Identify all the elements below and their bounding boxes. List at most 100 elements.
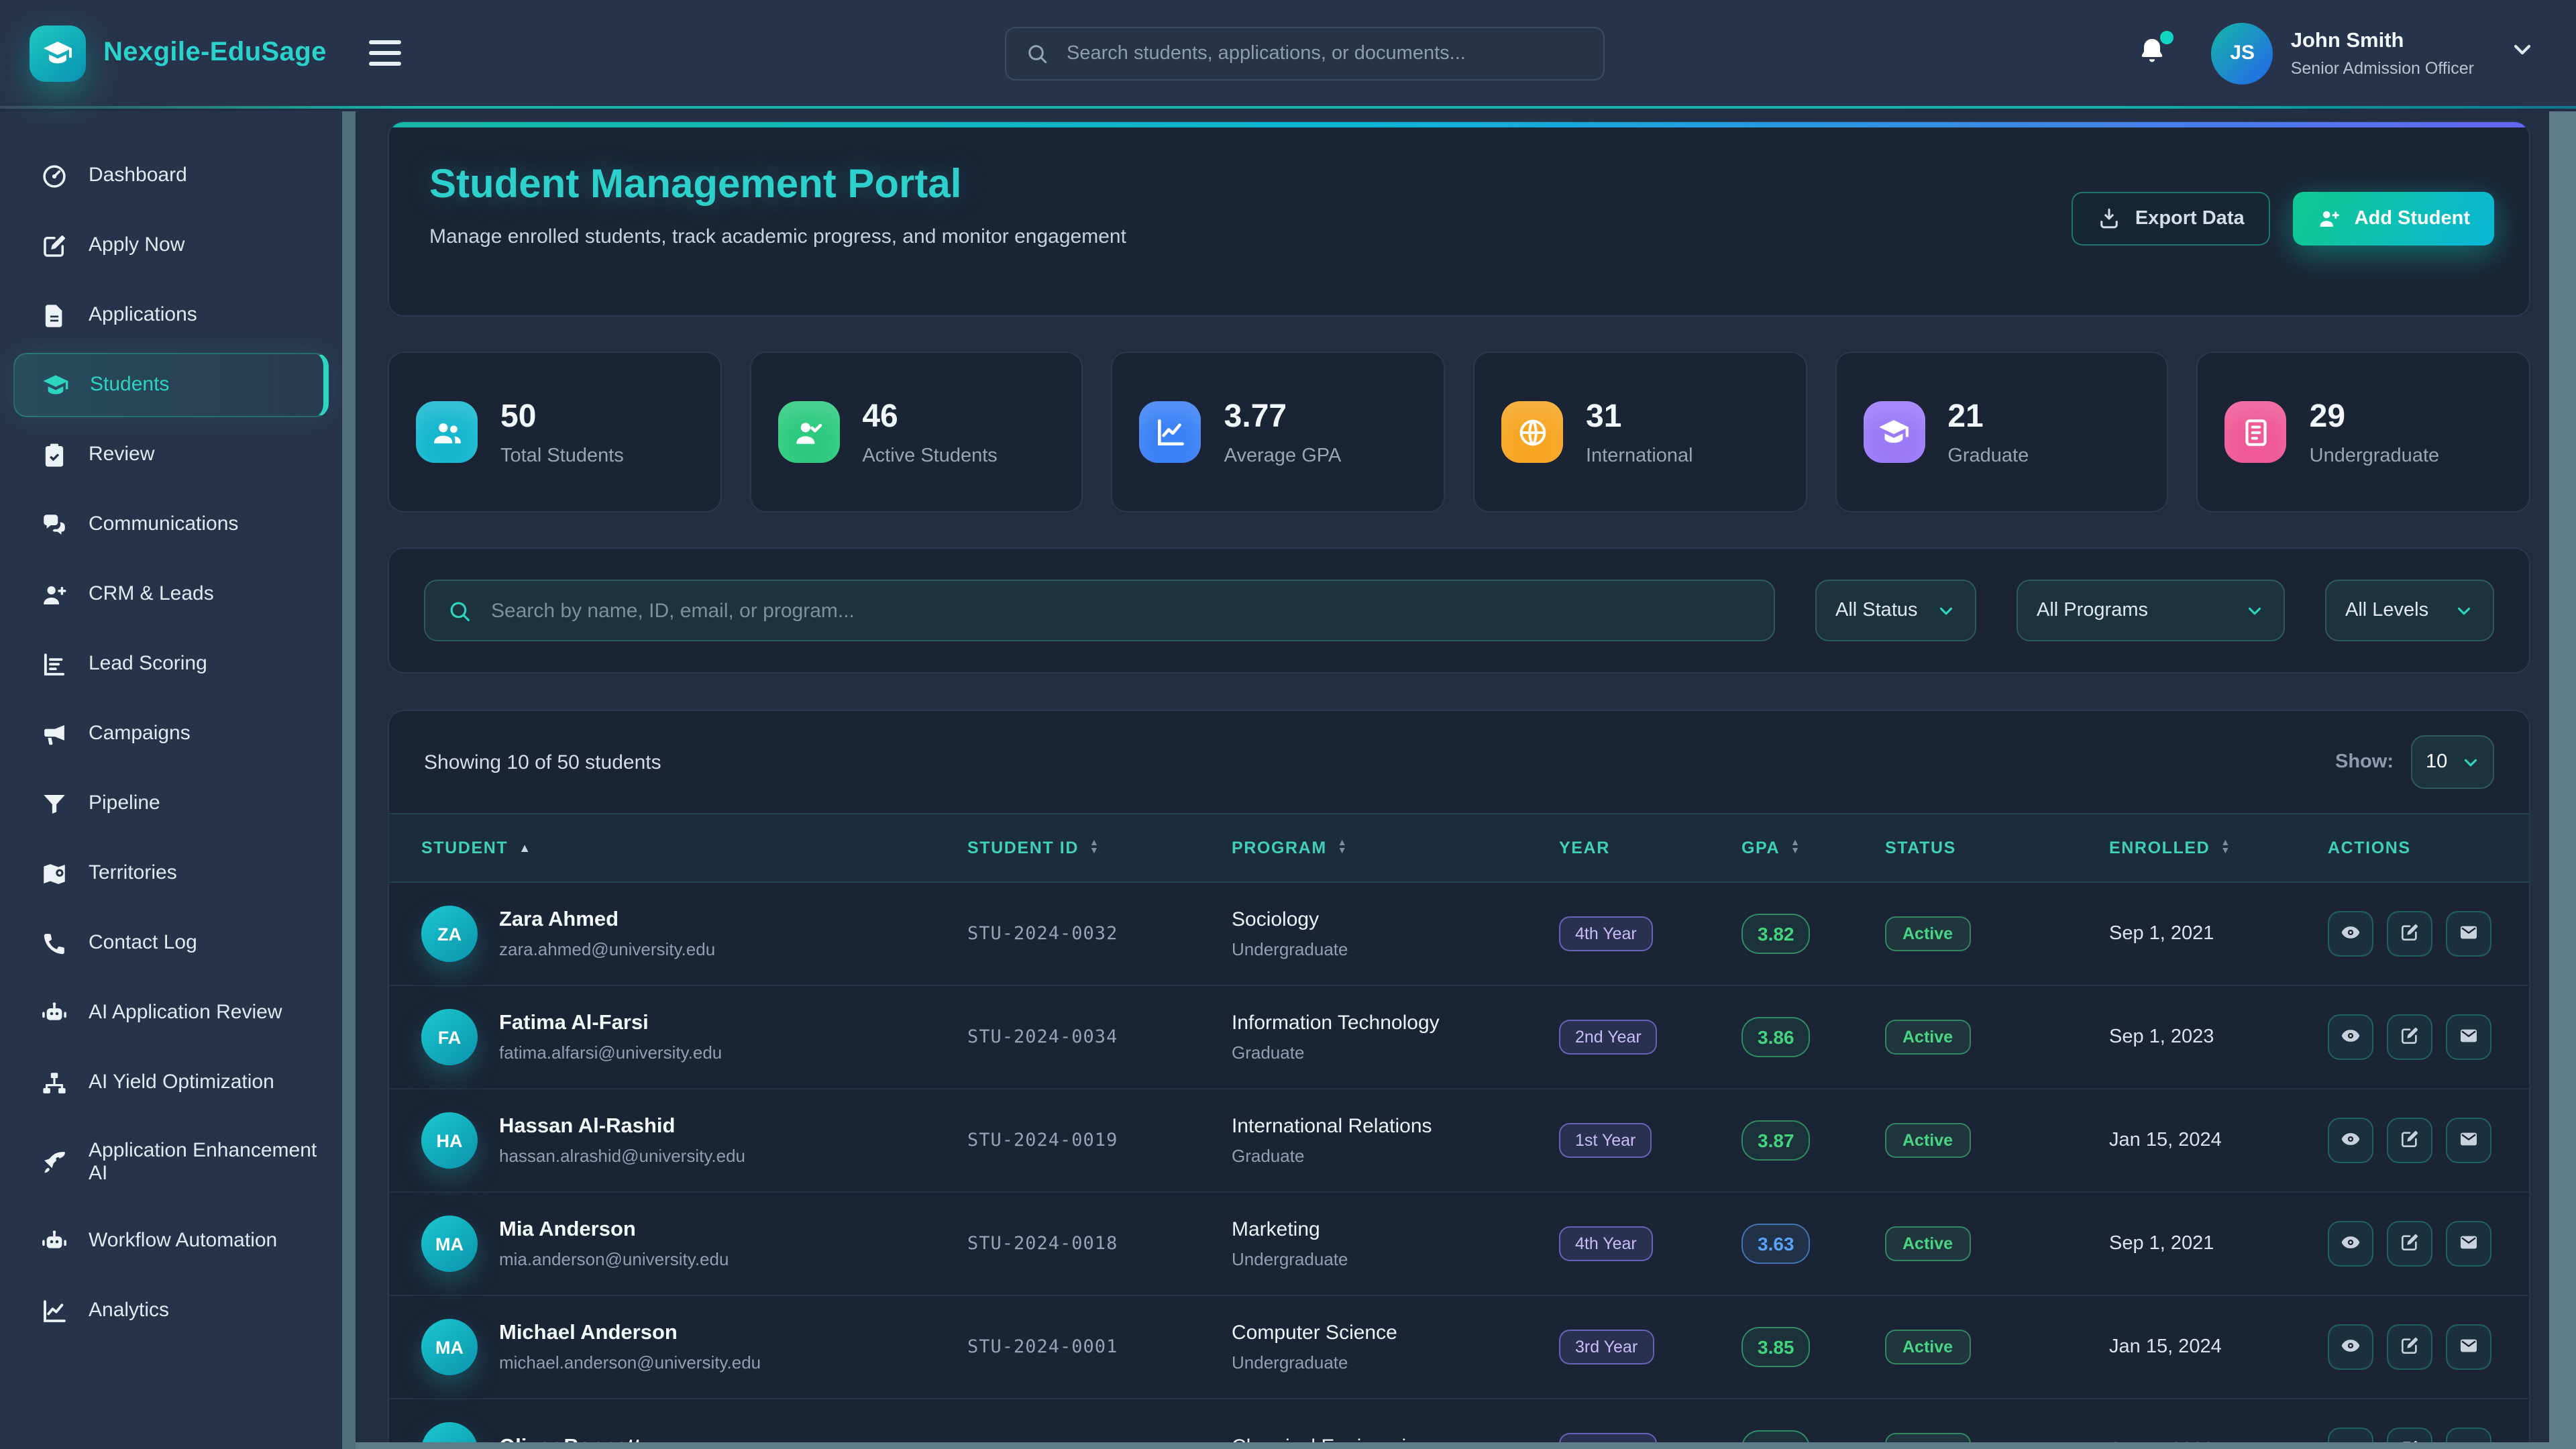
edit-student-button[interactable] (2387, 1428, 2432, 1442)
notifications-button[interactable] (2137, 34, 2171, 72)
sidebar-item-dashboard[interactable]: Dashboard (13, 144, 329, 208)
global-search (1005, 26, 1605, 80)
edit-student-button[interactable] (2387, 1221, 2432, 1267)
sidebar-item-communications[interactable]: Communications (13, 492, 329, 557)
sidebar-item-workflow-automation[interactable]: Workflow Automation (13, 1209, 329, 1273)
sidebar-item-analytics[interactable]: Analytics (13, 1279, 329, 1343)
email-student-button[interactable] (2446, 1118, 2491, 1163)
column-header-program[interactable]: PROGRAM▲▼ (1232, 839, 1559, 857)
program-name: Computer Science (1232, 1322, 1559, 1344)
status-filter-select[interactable]: All Status (1815, 580, 1976, 641)
email-student-button[interactable] (2446, 1324, 2491, 1370)
column-header-enrolled[interactable]: ENROLLED▲▼ (2109, 839, 2328, 857)
menu-toggle-button[interactable] (369, 33, 415, 73)
student-name: Zara Ahmed (499, 908, 715, 932)
student-cell: MAMichael Andersonmichael.anderson@unive… (421, 1319, 967, 1375)
edit-icon (40, 231, 68, 260)
sidebar-item-contact-log[interactable]: Contact Log (13, 911, 329, 975)
enrolled-date: Sep 1, 2023 (2109, 1026, 2214, 1048)
user-check-icon (777, 401, 839, 463)
view-student-button[interactable] (2328, 1428, 2373, 1442)
gpa-badge: 3.63 (1741, 1224, 1811, 1264)
column-header-student-id[interactable]: STUDENT ID▲▼ (967, 839, 1232, 857)
column-header-gpa[interactable]: GPA▲▼ (1741, 839, 1885, 857)
avatar: OB (421, 1422, 478, 1442)
sidebar-nav: DashboardApply NowApplicationsStudentsRe… (0, 144, 342, 1343)
email-student-button[interactable] (2446, 1428, 2491, 1442)
student-id: STU-2024-0034 (967, 1026, 1118, 1048)
graduation-cap-logo-icon (30, 25, 86, 81)
student-name: Oliver Bennett (499, 1435, 641, 1442)
user-menu-chevron[interactable] (2509, 36, 2536, 70)
edit-student-button[interactable] (2387, 1118, 2432, 1163)
add-student-button[interactable]: Add Student (2293, 192, 2494, 246)
sidebar-item-ai-yield-optimization[interactable]: AI Yield Optimization (13, 1051, 329, 1115)
mail-icon (2458, 1024, 2479, 1050)
file-text-icon (40, 301, 68, 329)
sidebar-item-territories[interactable]: Territories (13, 841, 329, 906)
view-student-button[interactable] (2328, 1118, 2373, 1163)
year-badge: 4th Year (1559, 1226, 1653, 1261)
email-student-button[interactable] (2446, 1014, 2491, 1060)
edit-student-button[interactable] (2387, 911, 2432, 957)
program-cell: SociologyUndergraduate (1232, 908, 1559, 959)
chevron-down-icon (2245, 600, 2265, 621)
student-cell: MAMia Andersonmia.anderson@university.ed… (421, 1216, 967, 1272)
sidebar-scrollbar[interactable] (342, 111, 356, 1449)
year-badge: 4th Year (1559, 916, 1653, 951)
map-pin-icon (40, 859, 68, 888)
programs-filter-select[interactable]: All Programs (2017, 580, 2285, 641)
mail-icon (2458, 1128, 2479, 1153)
eye-icon (2340, 1334, 2361, 1360)
sidebar-item-apply-now[interactable]: Apply Now (13, 213, 329, 278)
line-chart-icon (40, 1297, 68, 1325)
table-row: ZAZara Ahmedzara.ahmed@university.eduSTU… (389, 883, 2529, 986)
sidebar-item-ai-application-review[interactable]: AI Application Review (13, 981, 329, 1045)
page-size-label: Show: (2335, 751, 2394, 773)
sidebar-item-campaigns[interactable]: Campaigns (13, 702, 329, 766)
export-data-button[interactable]: Export Data (2072, 192, 2270, 246)
eye-icon (2340, 1128, 2361, 1153)
edit-student-button[interactable] (2387, 1014, 2432, 1060)
page-scrollbar[interactable] (2549, 111, 2576, 1449)
edit-square-icon (2399, 1128, 2420, 1153)
view-student-button[interactable] (2328, 1324, 2373, 1370)
email-student-button[interactable] (2446, 1221, 2491, 1267)
view-student-button[interactable] (2328, 1014, 2373, 1060)
sidebar-item-review[interactable]: Review (13, 423, 329, 487)
table-search-input[interactable] (488, 598, 1752, 623)
email-student-button[interactable] (2446, 911, 2491, 957)
student-id: STU-2024-0018 (967, 1233, 1118, 1254)
edit-student-button[interactable] (2387, 1324, 2432, 1370)
student-cell: HAHassan Al-Rashidhassan.alrashid@univer… (421, 1112, 967, 1169)
stat-text: 3.77Average GPA (1224, 398, 1342, 466)
view-student-button[interactable] (2328, 911, 2373, 957)
stat-value: 31 (1586, 398, 1693, 435)
page-size-select[interactable]: 10 (2411, 735, 2494, 789)
search-icon (447, 598, 472, 623)
trend-chart-icon (1140, 401, 1201, 463)
sidebar-item-lead-scoring[interactable]: Lead Scoring (13, 632, 329, 696)
avatar: FA (421, 1009, 478, 1065)
status-badge: Active (1885, 916, 1970, 951)
student-identity: Zara Ahmed zara.ahmed@university.edu (499, 908, 715, 959)
global-search-input[interactable] (1064, 41, 1585, 65)
graduation-cap-icon (42, 371, 70, 399)
horizontal-scrollbar[interactable] (356, 1442, 2549, 1449)
sidebar-item-students[interactable]: Students (13, 353, 329, 417)
sidebar-item-pipeline[interactable]: Pipeline (13, 771, 329, 836)
avatar[interactable]: JS (2212, 22, 2273, 84)
year-badge: 2nd Year (1559, 1433, 1658, 1442)
program-cell: International RelationsGraduate (1232, 1115, 1559, 1166)
column-header-student[interactable]: STUDENT▲ (421, 839, 967, 857)
sort-asc-icon: ▲ (519, 841, 531, 855)
sidebar-item-application-enhancement-ai[interactable]: Application Enhancement AI (13, 1120, 329, 1203)
program-cell: Chemical Engineering (1232, 1435, 1559, 1442)
sidebar-item-applications[interactable]: Applications (13, 283, 329, 347)
student-email: zara.ahmed@university.edu (499, 939, 715, 959)
view-student-button[interactable] (2328, 1221, 2373, 1267)
table-search (424, 580, 1775, 641)
actions-cell (2328, 1014, 2497, 1060)
levels-filter-select[interactable]: All Levels (2325, 580, 2494, 641)
sidebar-item-crm-leads[interactable]: CRM & Leads (13, 562, 329, 627)
